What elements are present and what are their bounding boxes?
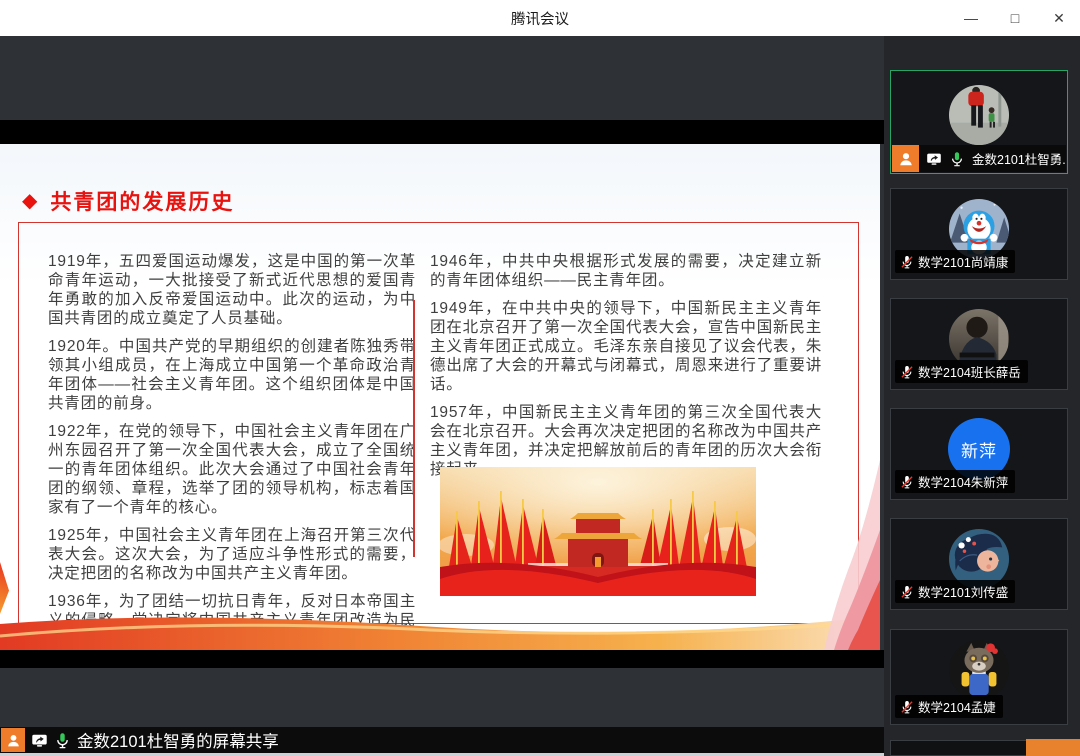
presentation-slide: ◆ 共青团的发展历史 1919年，五四爱国运动爆发，这是中国的第一次革命青年运动…	[0, 144, 880, 650]
avatar-initials: 新萍	[961, 437, 997, 462]
participants-sidebar[interactable]: 金数2101杜智勇...	[884, 36, 1080, 756]
diamond-icon: ◆	[22, 191, 37, 211]
screen-share-icon	[926, 151, 942, 167]
history-paragraph: 1919年，五四爱国运动爆发，这是中国的第一次革命青年运动，一大批接受了新式近代…	[48, 252, 416, 328]
participant-tile[interactable]: 数学2101尚靖康	[890, 188, 1068, 280]
share-banner-text: 金数2101杜智勇的屏幕共享	[77, 728, 279, 752]
slide-wave-decoration	[0, 610, 880, 650]
tiananmen-flags-image	[440, 467, 756, 596]
participant-tile[interactable]: 数学2101刘传盛	[890, 518, 1068, 610]
history-paragraph: 1920年。中国共产党的早期组织的创建者陈独秀带领其小组成员，在上海成立中国第一…	[48, 337, 416, 413]
letterbox-bar	[0, 120, 884, 144]
column-divider	[413, 300, 415, 557]
maximize-icon[interactable]: □	[1006, 10, 1024, 26]
mic-active-icon	[949, 151, 965, 167]
participant-status-bar: 金数2101杜智勇...	[892, 145, 1066, 172]
participant-name: 数学2104朱新萍	[918, 472, 1008, 491]
screen-share-banner: 金数2101杜智勇的屏幕共享	[0, 727, 884, 753]
mic-active-icon	[54, 732, 71, 749]
tencent-meeting-window: 腾讯会议 — □ ✕ ◆ 共青团的发展历史 1919年，五四爱国运动爆发，这是中…	[0, 0, 1080, 756]
member-badge-icon	[892, 145, 919, 172]
participant-name: 金数2101杜智勇...	[972, 149, 1066, 168]
corner-wave-decoration	[820, 460, 880, 650]
avatar	[948, 84, 1010, 146]
participant-name-pill: 数学2104班长薛岳	[895, 360, 1028, 383]
shared-screen-area: ◆ 共青团的发展历史 1919年，五四爱国运动爆发，这是中国的第一次革命青年运动…	[0, 36, 884, 756]
slide-title: 共青团的发展历史	[50, 186, 234, 216]
mic-muted-icon	[900, 585, 914, 599]
history-paragraph: 1949年，在中共中央的领导下，中国新民主主义青年团在北京召开了第一次全国代表大…	[430, 299, 822, 394]
letterbox-bar	[0, 650, 884, 668]
left-wave-decoration	[0, 562, 9, 614]
participant-name-pill: 数学2101尚靖康	[895, 250, 1015, 273]
participant-name-pill: 数学2101刘传盛	[895, 580, 1015, 603]
participant-name: 数学2104孟婕	[918, 697, 996, 716]
member-badge-icon	[1, 728, 25, 752]
history-left-column: 1919年，五四爱国运动爆发，这是中国的第一次革命青年运动，一大批接受了新式近代…	[48, 252, 416, 650]
history-paragraph: 1925年，中国社会主义青年团在上海召开第三次代表大会。这次大会，为了适应斗争性…	[48, 526, 416, 583]
mic-muted-icon	[900, 700, 914, 714]
history-right-column: 1946年，中共中央根据形式发展的需要，决定建立新的青年团体组织——民主青年团。…	[430, 252, 822, 488]
participant-name: 数学2101尚靖康	[918, 252, 1008, 271]
partial-tile-content	[1026, 739, 1080, 756]
close-icon[interactable]: ✕	[1050, 10, 1068, 27]
participant-name-pill: 数学2104孟婕	[895, 695, 1003, 718]
participant-tile[interactable]: 数学2104孟婕	[890, 629, 1068, 725]
mic-muted-icon	[900, 475, 914, 489]
window-title: 腾讯会议	[511, 8, 569, 29]
history-paragraph: 1946年，中共中央根据形式发展的需要，决定建立新的青年团体组织——民主青年团。	[430, 252, 822, 290]
window-controls: — □ ✕	[962, 0, 1068, 36]
mic-muted-icon	[900, 365, 914, 379]
participant-name: 数学2101刘传盛	[918, 582, 1008, 601]
window-titlebar[interactable]: 腾讯会议 — □ ✕	[0, 0, 1080, 36]
minimize-icon[interactable]: —	[962, 10, 980, 26]
participant-tile[interactable]: 数学2104班长薛岳	[890, 298, 1068, 390]
mic-muted-icon	[900, 255, 914, 269]
history-paragraph: 1922年，在党的领导下，中国社会主义青年团在广州东园召开了第一次全国代表大会，…	[48, 422, 416, 517]
screen-share-icon	[31, 732, 48, 749]
participant-tile[interactable]: 金数2101杜智勇...	[890, 70, 1068, 174]
participant-tile[interactable]: 新萍 数学2104朱新萍	[890, 408, 1068, 500]
participant-name: 数学2104班长薛岳	[918, 362, 1021, 381]
avatar	[948, 639, 1010, 701]
participant-name-pill: 数学2104朱新萍	[895, 470, 1015, 493]
slide-title-row: ◆ 共青团的发展历史	[22, 186, 234, 216]
